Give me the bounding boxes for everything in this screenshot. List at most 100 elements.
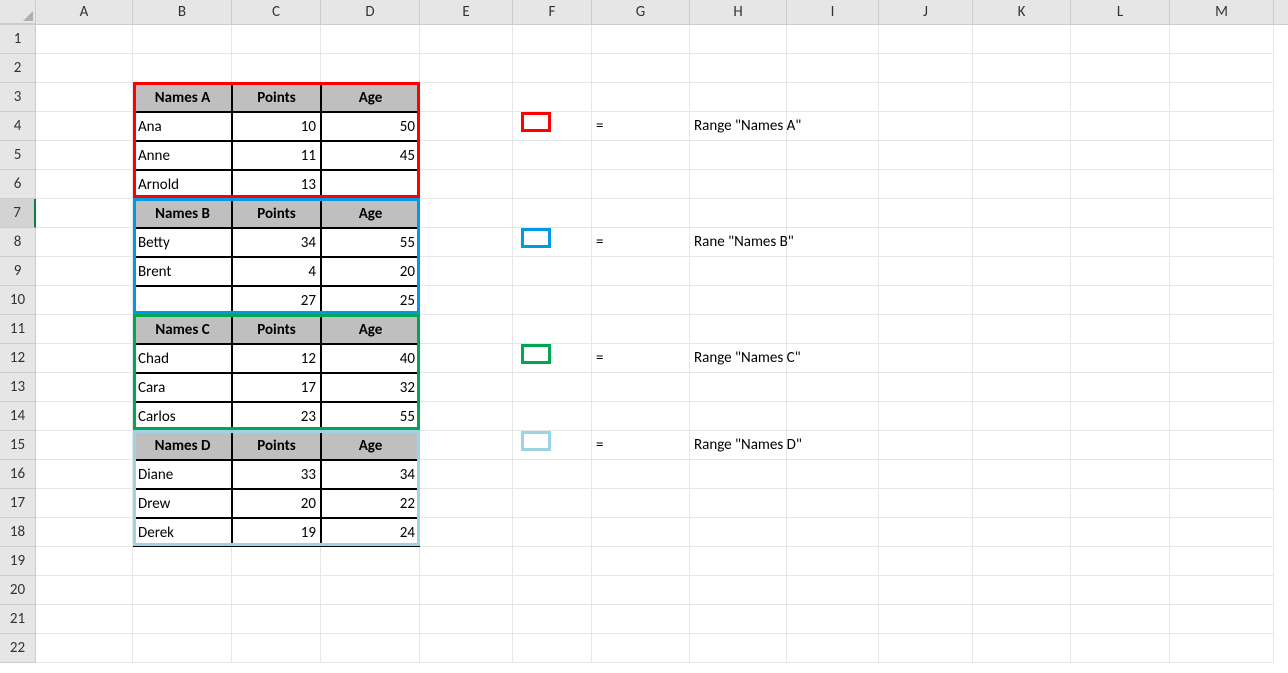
row-header-16[interactable]: 16 [0, 460, 36, 489]
cell-f[interactable] [513, 576, 592, 605]
cell-c[interactable] [232, 54, 321, 83]
cell-i[interactable] [787, 344, 879, 373]
cell-a[interactable] [36, 547, 133, 576]
legend-equals-a[interactable]: = [592, 112, 690, 141]
cell-e[interactable] [420, 576, 513, 605]
cell-k[interactable] [973, 518, 1071, 547]
cell-d[interactable] [321, 547, 420, 576]
row-header-3[interactable]: 3 [0, 83, 36, 112]
table-c-age-2[interactable]: 55 [321, 402, 420, 431]
cell-f[interactable] [513, 141, 592, 170]
cell-a[interactable] [36, 460, 133, 489]
row-header-1[interactable]: 1 [0, 25, 36, 54]
column-header-l[interactable]: L [1071, 0, 1170, 24]
cell-a[interactable] [36, 315, 133, 344]
cell-k[interactable] [973, 112, 1071, 141]
row-header-22[interactable]: 22 [0, 634, 36, 663]
table-c-name-1[interactable]: Cara [133, 373, 232, 402]
row-header-20[interactable]: 20 [0, 576, 36, 605]
cell-h[interactable] [690, 460, 787, 489]
table-b-age-1[interactable]: 20 [321, 257, 420, 286]
cell-f[interactable] [513, 634, 592, 663]
table-d-age-1[interactable]: 22 [321, 489, 420, 518]
cell-h[interactable] [690, 547, 787, 576]
table-c-header-1[interactable]: Points [232, 315, 321, 344]
cell-h[interactable] [690, 257, 787, 286]
cell-h[interactable] [690, 83, 787, 112]
cell-j[interactable] [879, 373, 973, 402]
row-header-11[interactable]: 11 [0, 315, 36, 344]
cell-l[interactable] [1071, 344, 1170, 373]
cell-l[interactable] [1071, 547, 1170, 576]
cell-a[interactable] [36, 170, 133, 199]
cell-j[interactable] [879, 112, 973, 141]
row-header-13[interactable]: 13 [0, 373, 36, 402]
cell-b[interactable] [133, 605, 232, 634]
cell-d[interactable] [321, 634, 420, 663]
cell-b[interactable] [133, 634, 232, 663]
cell-m[interactable] [1170, 547, 1274, 576]
cell-g[interactable] [592, 54, 690, 83]
cell-a[interactable] [36, 25, 133, 54]
cell-l[interactable] [1071, 112, 1170, 141]
cell-j[interactable] [879, 54, 973, 83]
cell-g[interactable] [592, 199, 690, 228]
cell-g[interactable] [592, 605, 690, 634]
cell-e[interactable] [420, 170, 513, 199]
cell-l[interactable] [1071, 228, 1170, 257]
cell-e[interactable] [420, 54, 513, 83]
cell-b[interactable] [133, 54, 232, 83]
table-c-header-2[interactable]: Age [321, 315, 420, 344]
cell-i[interactable] [787, 286, 879, 315]
cell-e[interactable] [420, 83, 513, 112]
table-d-points-0[interactable]: 33 [232, 460, 321, 489]
legend-swatch-d[interactable] [513, 431, 592, 460]
cell-m[interactable] [1170, 518, 1274, 547]
cell-m[interactable] [1170, 605, 1274, 634]
cell-i[interactable] [787, 605, 879, 634]
cell-a[interactable] [36, 402, 133, 431]
table-c-name-2[interactable]: Carlos [133, 402, 232, 431]
cell-j[interactable] [879, 460, 973, 489]
cell-f[interactable] [513, 199, 592, 228]
cell-k[interactable] [973, 199, 1071, 228]
cell-h[interactable] [690, 373, 787, 402]
cell-b[interactable] [133, 576, 232, 605]
cell-i[interactable] [787, 141, 879, 170]
table-b-points-2[interactable]: 27 [232, 286, 321, 315]
row-header-4[interactable]: 4 [0, 112, 36, 141]
table-a-age-0[interactable]: 50 [321, 112, 420, 141]
cell-b[interactable] [133, 547, 232, 576]
table-a-header-0[interactable]: Names A [133, 83, 232, 112]
cell-e[interactable] [420, 634, 513, 663]
row-header-6[interactable]: 6 [0, 170, 36, 199]
table-d-name-1[interactable]: Drew [133, 489, 232, 518]
cell-d[interactable] [321, 25, 420, 54]
cell-l[interactable] [1071, 373, 1170, 402]
legend-label-c[interactable]: Range "Names C" [690, 344, 787, 373]
cell-i[interactable] [787, 54, 879, 83]
table-b-name-2[interactable] [133, 286, 232, 315]
cell-l[interactable] [1071, 170, 1170, 199]
cell-j[interactable] [879, 605, 973, 634]
column-header-g[interactable]: G [592, 0, 690, 24]
cell-i[interactable] [787, 199, 879, 228]
table-b-name-1[interactable]: Brent [133, 257, 232, 286]
legend-swatch-b[interactable] [513, 228, 592, 257]
cell-e[interactable] [420, 431, 513, 460]
cell-k[interactable] [973, 605, 1071, 634]
cell-e[interactable] [420, 286, 513, 315]
cell-a[interactable] [36, 373, 133, 402]
table-d-age-0[interactable]: 34 [321, 460, 420, 489]
column-header-f[interactable]: F [513, 0, 592, 24]
cell-k[interactable] [973, 431, 1071, 460]
table-a-points-0[interactable]: 10 [232, 112, 321, 141]
cell-k[interactable] [973, 634, 1071, 663]
column-header-e[interactable]: E [420, 0, 513, 24]
legend-equals-d[interactable]: = [592, 431, 690, 460]
cell-f[interactable] [513, 315, 592, 344]
table-b-header-2[interactable]: Age [321, 199, 420, 228]
cell-m[interactable] [1170, 286, 1274, 315]
cell-h[interactable] [690, 54, 787, 83]
cell-l[interactable] [1071, 634, 1170, 663]
